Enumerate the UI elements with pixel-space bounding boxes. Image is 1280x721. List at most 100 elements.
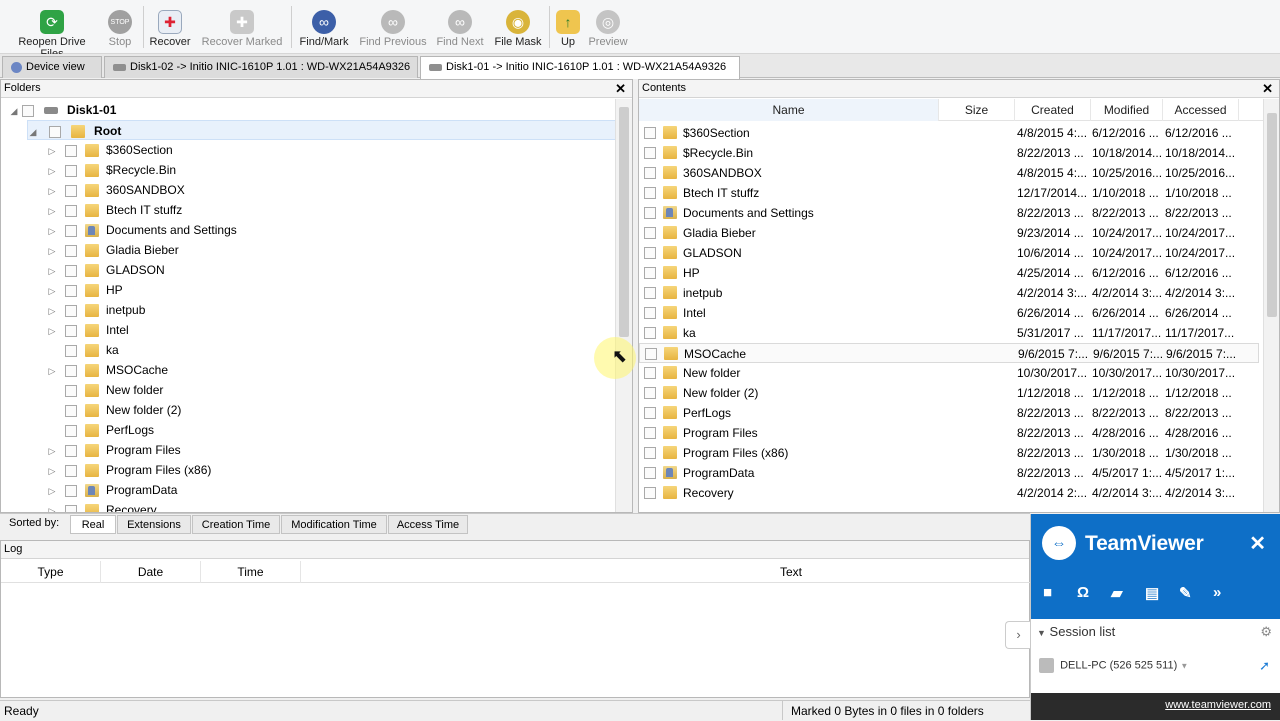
chevron-right-icon[interactable]: ▷ (47, 261, 57, 281)
content-row[interactable]: ProgramData 8/22/2013 ... 4/5/2017 1:... 4/… (639, 463, 1259, 483)
tab-disk1-02[interactable]: Disk1-02 -> Initio INIC-1610P 1.01 : WD-… (104, 56, 418, 78)
contents-scrollbar[interactable] (1263, 99, 1279, 512)
close-icon[interactable]: ✕ (615, 80, 626, 97)
up-button[interactable]: ↑ Up (554, 6, 582, 52)
recover-marked-button[interactable]: ✚ Recover Marked (200, 6, 284, 52)
tree-node-folder[interactable]: ▷ Gladia Bieber (47, 240, 179, 260)
sort-modification-time-button[interactable]: Modification Time (281, 515, 387, 534)
tree-node-folder[interactable]: ▷ Program Files (47, 440, 181, 460)
checkbox[interactable] (65, 184, 77, 197)
more-icon[interactable]: » (1213, 584, 1221, 601)
recover-button[interactable]: ✚ Recover (148, 6, 192, 52)
checkbox[interactable] (644, 227, 656, 239)
preview-button[interactable]: ◎ Preview (586, 6, 630, 52)
close-icon[interactable]: ✕ (1249, 531, 1266, 556)
checkbox[interactable] (644, 147, 656, 159)
checkbox[interactable] (65, 144, 77, 157)
column-modified[interactable]: Modified (1091, 99, 1163, 121)
tree-node-folder[interactable]: ▷ Intel (47, 320, 129, 340)
checkbox[interactable] (49, 125, 62, 138)
content-row[interactable]: New folder 10/30/2017... 10/30/2017... 10/3… (639, 363, 1259, 383)
column-size[interactable]: Size (939, 99, 1015, 121)
log-column-time[interactable]: Time (201, 561, 301, 583)
folders-scrollbar[interactable] (615, 99, 632, 512)
checkbox[interactable] (644, 367, 656, 379)
content-row[interactable]: ka 5/31/2017 ... 11/17/2017... 11/17/2017..… (639, 323, 1259, 343)
content-row[interactable]: $Recycle.Bin 8/22/2013 ... 10/18/2014... 10… (639, 143, 1259, 163)
scrollbar-thumb[interactable] (619, 107, 629, 337)
log-column-date[interactable]: Date (101, 561, 201, 583)
checkbox[interactable] (65, 164, 77, 177)
checkbox[interactable] (65, 364, 77, 377)
file-mask-button[interactable]: ◉ File Mask (493, 6, 543, 52)
chevron-right-icon[interactable]: ▷ (47, 221, 57, 241)
chevron-right-icon[interactable]: ▷ (47, 241, 57, 261)
checkbox[interactable] (65, 484, 77, 497)
tree-node-disk[interactable]: ◢ Disk1-01 (9, 100, 117, 121)
content-row[interactable]: New folder (2) 1/12/2018 ... 1/12/2018 ...… (639, 383, 1259, 403)
checkbox[interactable] (65, 424, 77, 437)
checkbox[interactable] (65, 504, 77, 512)
chevron-right-icon[interactable]: ▷ (47, 141, 57, 161)
chevron-down-icon[interactable]: ◢ (9, 101, 19, 121)
checkbox[interactable] (644, 427, 656, 439)
files-icon[interactable]: ▤ (1145, 584, 1159, 602)
log-column-type[interactable]: Type (1, 561, 101, 583)
content-row[interactable]: inetpub 4/2/2014 3:... 4/2/2014 3:... 4/2/2… (639, 283, 1259, 303)
tree-node-folder[interactable]: New folder (47, 380, 163, 400)
checkbox[interactable] (645, 348, 657, 360)
connect-icon[interactable]: ➚ (1259, 658, 1270, 674)
column-name[interactable]: Name (639, 99, 939, 121)
sort-access-time-button[interactable]: Access Time (388, 515, 468, 534)
chevron-right-icon[interactable]: ▷ (47, 181, 57, 201)
tree-node-folder[interactable]: ▷ Recovery (47, 500, 157, 512)
content-row[interactable]: Program Files (x86) 8/22/2013 ... 1/30/201… (639, 443, 1259, 463)
checkbox[interactable] (65, 344, 77, 357)
find-mark-button[interactable]: ∞ Find/Mark (297, 6, 351, 52)
checkbox[interactable] (644, 467, 656, 479)
content-row[interactable]: Program Files 8/22/2013 ... 4/28/2016 ... 4… (639, 423, 1259, 443)
tree-node-folder[interactable]: PerfLogs (47, 420, 154, 440)
content-row[interactable]: 360SANDBOX 4/8/2015 4:... 10/25/2016... 10/… (639, 163, 1259, 183)
checkbox[interactable] (644, 247, 656, 259)
find-next-button[interactable]: ∞ Find Next (434, 6, 486, 52)
chevron-right-icon[interactable]: ▷ (47, 281, 57, 301)
checkbox[interactable] (644, 167, 656, 179)
checkbox[interactable] (65, 324, 77, 337)
checkbox[interactable] (644, 307, 656, 319)
headset-icon[interactable]: Ω (1077, 584, 1089, 601)
tree-node-folder[interactable]: ▷ Documents and Settings (47, 220, 237, 240)
tree-node-folder[interactable]: ▷ GLADSON (47, 260, 165, 280)
gear-icon[interactable]: ⚙ (1260, 624, 1272, 640)
content-row[interactable]: $360Section 4/8/2015 4:... 6/12/2016 ... 6/… (639, 123, 1259, 143)
tree-node-folder[interactable]: ▷ HP (47, 280, 123, 300)
tree-node-folder[interactable]: ▷ MSOCache (47, 360, 168, 380)
content-row[interactable]: Recovery 4/2/2014 2:... 4/2/2014 3:... 4/2/… (639, 483, 1259, 503)
teamviewer-link[interactable]: www.teamviewer.com (1031, 693, 1280, 720)
chevron-right-icon[interactable]: ▷ (47, 481, 57, 501)
content-row[interactable]: GLADSON 10/6/2014 ... 10/24/2017... 10/24/2… (639, 243, 1259, 263)
chat-icon[interactable]: ▰ (1111, 584, 1123, 602)
tab-device-view[interactable]: Device view (2, 56, 102, 78)
content-row[interactable]: Gladia Bieber 9/23/2014 ... 10/24/2017... 1… (639, 223, 1259, 243)
checkbox[interactable] (65, 404, 77, 417)
checkbox[interactable] (644, 407, 656, 419)
tree-node-folder[interactable]: New folder (2) (47, 400, 181, 420)
chevron-right-icon[interactable]: ▷ (47, 461, 57, 481)
reopen-drive-files-button[interactable]: ⟳ Reopen Drive Files (6, 6, 98, 60)
checkbox[interactable] (22, 104, 35, 117)
checkbox[interactable] (644, 267, 656, 279)
tree-node-folder[interactable]: ▷ Program Files (x86) (47, 460, 211, 480)
tab-disk1-01[interactable]: Disk1-01 -> Initio INIC-1610P 1.01 : WD-… (420, 56, 740, 79)
checkbox[interactable] (65, 444, 77, 457)
tools-icon[interactable]: ✎ (1179, 584, 1192, 602)
checkbox[interactable] (644, 207, 656, 219)
tree-node-folder[interactable]: ka (47, 340, 119, 360)
chevron-down-icon[interactable]: ◢ (28, 122, 38, 142)
chevron-right-icon[interactable]: ▷ (47, 441, 57, 461)
chevron-right-icon[interactable]: ▷ (47, 161, 57, 181)
tree-node-folder[interactable]: ▷ inetpub (47, 300, 145, 320)
session-item[interactable]: DELL-PC (526 525 511) ▼ (1039, 658, 1188, 673)
tree-node-folder[interactable]: ▷ $360Section (47, 140, 173, 160)
find-previous-button[interactable]: ∞ Find Previous (358, 6, 428, 52)
